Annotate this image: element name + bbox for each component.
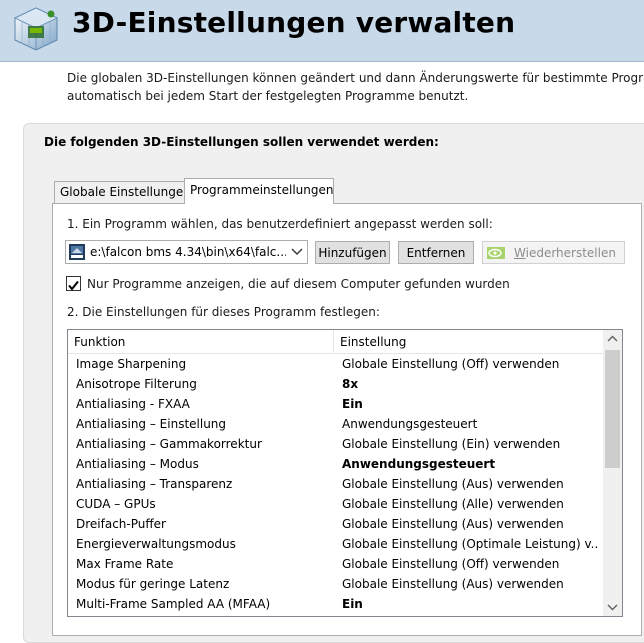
page-description: Die globalen 3D-Einstellungen können geä… xyxy=(67,69,644,105)
program-select-value: e:\falcon bms 4.34\bin\x64\falc... xyxy=(90,245,286,259)
setting-feature: Antialiasing - FXAA xyxy=(76,397,190,411)
settings-row[interactable]: Antialiasing – Gammakorrektur Globale Ein… xyxy=(68,434,603,454)
settings-rows: Image Sharpening Globale Einstellung (Off… xyxy=(68,354,603,614)
description-line-2: automatisch bei jedem Start der festgele… xyxy=(67,89,469,103)
column-header-setting[interactable]: Einstellung xyxy=(340,335,406,349)
settings-row[interactable]: CUDA – GPUs Globale Einstellung (Alle) ve… xyxy=(68,494,603,514)
show-found-programs-checkbox[interactable] xyxy=(66,276,81,291)
scroll-up-arrow-icon[interactable] xyxy=(603,330,622,348)
setting-value[interactable]: Globale Einstellung (Aus) verwenden xyxy=(342,577,598,591)
setting-value[interactable]: Globale Einstellung (Aus) verwenden xyxy=(342,477,598,491)
nvidia-3d-settings-icon xyxy=(14,7,58,51)
settings-row[interactable]: Energieverwaltungsmodus Globale Einstellu… xyxy=(68,534,603,554)
setting-feature: Antialiasing – Modus xyxy=(76,457,199,471)
setting-value[interactable]: Globale Einstellung (Off) verwenden xyxy=(342,557,598,571)
step2-label: 2. Die Einstellungen für dieses Programm… xyxy=(67,305,380,319)
setting-value[interactable]: Ein xyxy=(342,597,598,611)
checkmark-icon xyxy=(68,280,79,291)
setting-feature: Energieverwaltungsmodus xyxy=(76,537,236,551)
settings-row[interactable]: Antialiasing – Modus Anwendungsgesteuert xyxy=(68,454,603,474)
settings-row[interactable]: Antialiasing – Transparenz Globale Einste… xyxy=(68,474,603,494)
settings-list[interactable]: Funktion Einstellung Image Sharpening Glo… xyxy=(67,329,623,617)
setting-value[interactable]: Ein xyxy=(342,397,598,411)
settings-row[interactable]: Multi-Frame Sampled AA (MFAA) Ein xyxy=(68,594,603,614)
add-program-button[interactable]: Hinzufügen xyxy=(315,241,390,264)
setting-value[interactable]: Anwendungsgesteuert xyxy=(342,457,598,471)
nvidia-logo-icon xyxy=(487,247,505,259)
step1-label: 1. Ein Programm wählen, das benutzerdefi… xyxy=(67,217,493,231)
setting-value[interactable]: 8x xyxy=(342,377,598,391)
tab-global-settings[interactable]: Globale Einstellungen xyxy=(54,181,191,203)
setting-feature: Max Frame Rate xyxy=(76,557,174,571)
settings-row[interactable]: Modus für geringe Latenz Globale Einstell… xyxy=(68,574,603,594)
panel-title: Die folgenden 3D-Einstellungen sollen ve… xyxy=(44,135,439,149)
setting-feature: Anisotrope Filterung xyxy=(76,377,197,391)
setting-value[interactable]: Globale Einstellung (Off) verwenden xyxy=(342,357,598,371)
setting-feature: Antialiasing – Einstellung xyxy=(76,417,227,431)
setting-value[interactable]: Globale Einstellung (Alle) verwenden xyxy=(342,497,598,511)
vertical-scrollbar[interactable] xyxy=(603,330,622,616)
setting-feature: Modus für geringe Latenz xyxy=(76,577,230,591)
remove-program-button[interactable]: Entfernen xyxy=(398,241,474,264)
column-header-function[interactable]: Funktion xyxy=(74,335,125,349)
settings-row[interactable]: Max Frame Rate Globale Einstellung (Off) … xyxy=(68,554,603,574)
scroll-down-arrow-icon[interactable] xyxy=(603,598,622,616)
page-title: 3D-Einstellungen verwalten xyxy=(72,6,516,39)
program-app-icon xyxy=(69,244,85,260)
setting-feature: CUDA – GPUs xyxy=(76,497,156,511)
settings-row[interactable]: Antialiasing – Einstellung Anwendungsgest… xyxy=(68,414,603,434)
settings-row[interactable]: Image Sharpening Globale Einstellung (Off… xyxy=(68,354,603,374)
restore-button-label: iederherstellen xyxy=(525,246,616,260)
setting-feature: Dreifach-Puffer xyxy=(76,517,166,531)
scrollbar-thumb[interactable] xyxy=(605,350,620,468)
settings-row[interactable]: Dreifach-Puffer Globale Einstellung (Aus)… xyxy=(68,514,603,534)
setting-value[interactable]: Globale Einstellung (Ein) verwenden xyxy=(342,437,598,451)
description-line-1: Die globalen 3D-Einstellungen können geä… xyxy=(67,71,644,85)
settings-row[interactable]: Anisotrope Filterung 8x xyxy=(68,374,603,394)
program-select[interactable]: e:\falcon bms 4.34\bin\x64\falc... xyxy=(65,240,308,264)
settings-row[interactable]: Antialiasing - FXAA Ein xyxy=(68,394,603,414)
column-separator[interactable] xyxy=(333,330,334,353)
chevron-down-icon xyxy=(291,248,303,255)
setting-feature: Antialiasing – Gammakorrektur xyxy=(76,437,262,451)
setting-value[interactable]: Globale Einstellung (Aus) verwenden xyxy=(342,517,598,531)
settings-list-header: Funktion Einstellung xyxy=(68,330,603,354)
show-found-programs-label: Nur Programme anzeigen, die auf diesem C… xyxy=(87,277,510,291)
setting-feature: Multi-Frame Sampled AA (MFAA) xyxy=(76,597,271,611)
restore-button-mnemonic: W xyxy=(514,246,526,260)
setting-value[interactable]: Globale Einstellung (Optimale Leistung) … xyxy=(342,537,598,551)
restore-button[interactable]: Wiederherstellen xyxy=(482,241,625,264)
setting-feature: Antialiasing – Transparenz xyxy=(76,477,233,491)
setting-feature: Image Sharpening xyxy=(76,357,187,371)
setting-value[interactable]: Anwendungsgesteuert xyxy=(342,417,598,431)
tab-program-settings[interactable]: Programmeinstellungen xyxy=(184,178,334,204)
page-header: 3D-Einstellungen verwalten xyxy=(0,0,644,62)
